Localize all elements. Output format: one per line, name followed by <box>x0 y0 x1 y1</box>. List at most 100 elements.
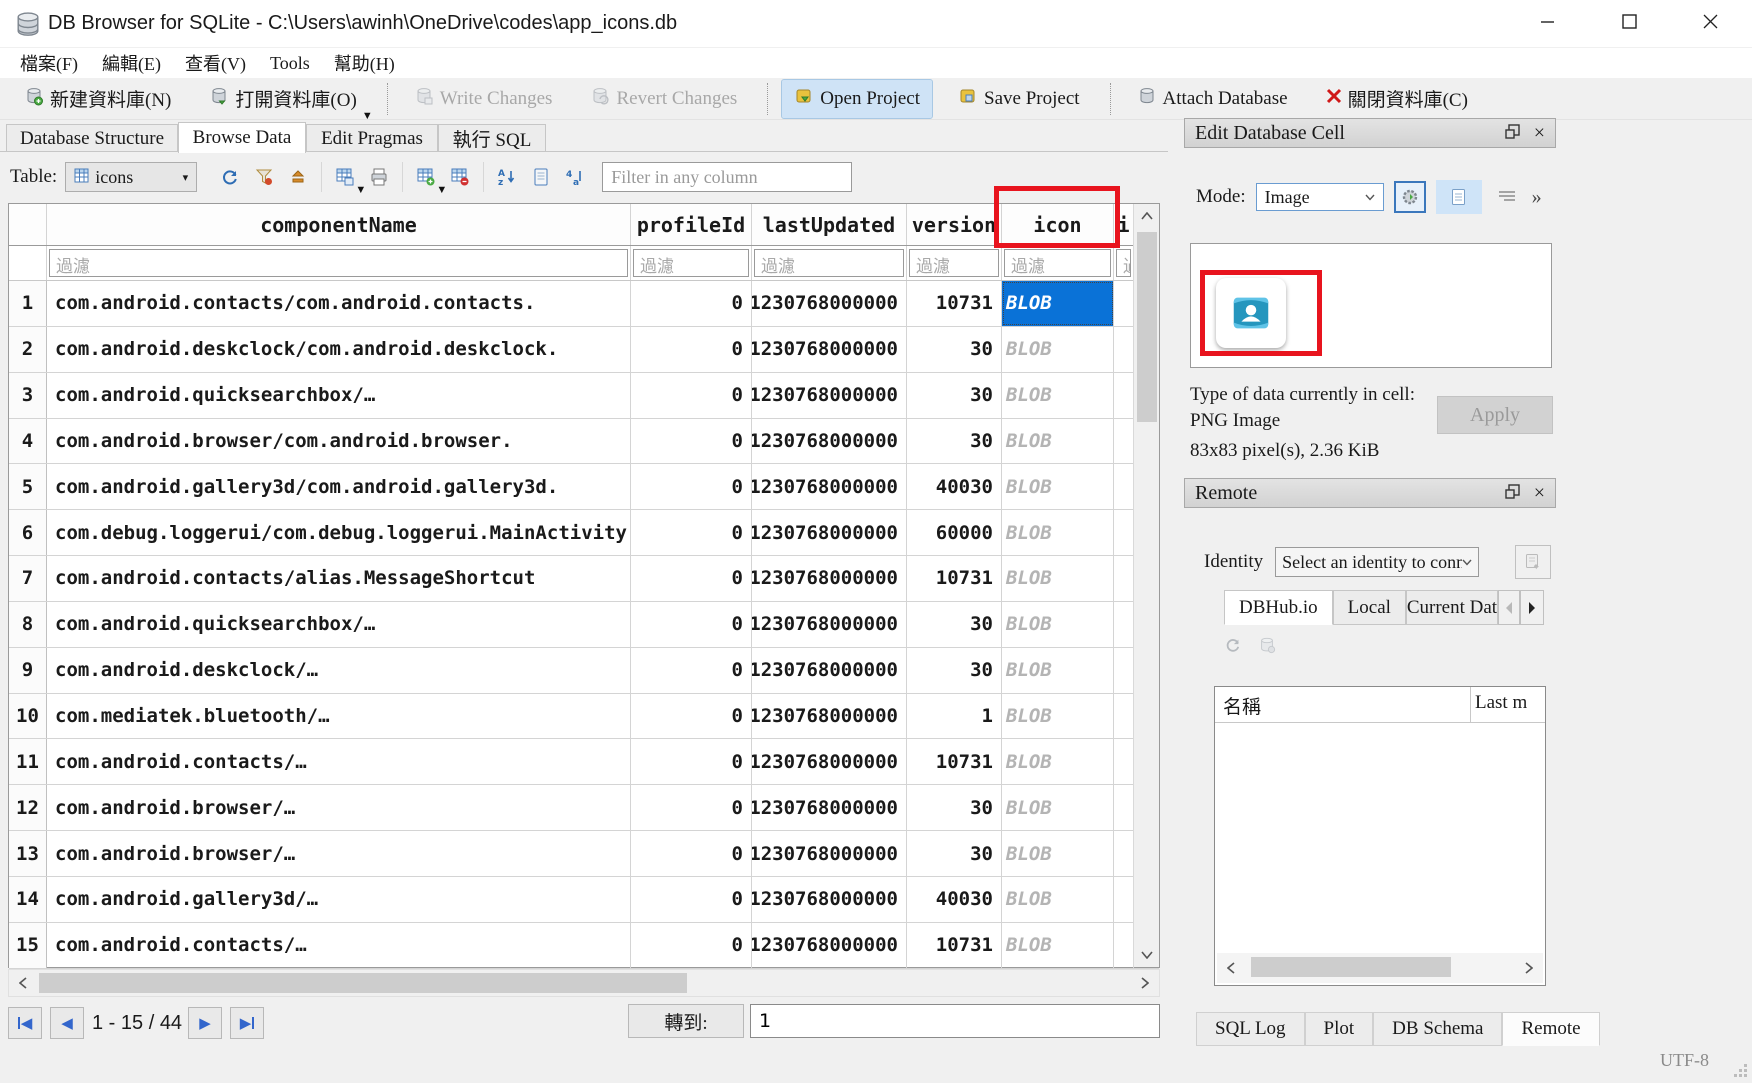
cell-version[interactable]: 1 <box>907 694 1002 739</box>
float-panel-icon[interactable] <box>1505 122 1520 145</box>
cell-componentName[interactable]: com.mediatek.bluetooth/… <box>47 694 631 739</box>
cell-partial[interactable] <box>1114 831 1134 876</box>
cell-partial[interactable] <box>1114 785 1134 830</box>
cell-lastUpdated[interactable]: 1230768000000 <box>752 327 907 372</box>
table-row[interactable]: 2com.android.deskclock/com.android.deskc… <box>9 327 1159 373</box>
cell-profileId[interactable]: 0 <box>631 510 752 555</box>
cell-partial[interactable] <box>1114 602 1134 647</box>
vertical-scroll-thumb[interactable] <box>1137 232 1157 422</box>
cell-version[interactable]: 40030 <box>907 877 1002 922</box>
cell-partial[interactable] <box>1114 373 1134 418</box>
scroll-down-icon[interactable] <box>1134 943 1160 967</box>
tab-scroll-left-button[interactable] <box>1498 590 1520 625</box>
cell-profileId[interactable]: 0 <box>631 556 752 601</box>
cell-profileId[interactable]: 0 <box>631 831 752 876</box>
cell-partial[interactable] <box>1114 648 1134 693</box>
menu-item-2[interactable]: 查看(V) <box>173 48 258 78</box>
cell-icon-blob[interactable]: BLOB <box>1002 419 1114 464</box>
remote-tab-current-dat[interactable]: Current Dat <box>1406 590 1498 625</box>
filter-input-version[interactable]: 過濾 <box>907 246 1002 280</box>
filter-input-componentName[interactable]: 過濾 <box>47 246 631 280</box>
cell-icon-blob[interactable]: BLOB <box>1002 923 1114 968</box>
cell-componentName[interactable]: com.android.deskclock/… <box>47 648 631 693</box>
table-row[interactable]: 4com.android.browser/com.android.browser… <box>9 419 1159 465</box>
table-row[interactable]: 11com.android.contacts/…0123076800000010… <box>9 739 1159 785</box>
float-panel-icon[interactable] <box>1505 482 1520 505</box>
cell-version[interactable]: 30 <box>907 419 1002 464</box>
column-header-version[interactable]: version <box>907 204 1002 245</box>
cell-lastUpdated[interactable]: 1230768000000 <box>752 694 907 739</box>
cell-icon-blob[interactable]: BLOB <box>1002 556 1114 601</box>
cell-partial[interactable] <box>1114 556 1134 601</box>
text-mode-button[interactable] <box>1436 180 1482 214</box>
cell-componentName[interactable]: com.android.quicksearchbox/… <box>47 373 631 418</box>
cell-profileId[interactable]: 0 <box>631 327 752 372</box>
attach-database-button[interactable]: Attach Database <box>1125 80 1300 118</box>
cell-lastUpdated[interactable]: 1230768000000 <box>752 648 907 693</box>
cell-profileId[interactable]: 0 <box>631 281 752 326</box>
write-changes-button[interactable]: Write Changes <box>402 80 565 118</box>
cell-profileId[interactable]: 0 <box>631 373 752 418</box>
cell-icon-blob[interactable]: BLOB <box>1002 510 1114 555</box>
tab-execute-sql[interactable]: 執行 SQL <box>438 124 546 152</box>
cell-partial[interactable] <box>1114 510 1134 555</box>
cell-lastUpdated[interactable]: 1230768000000 <box>752 831 907 876</box>
corner-header-cell[interactable] <box>9 204 47 245</box>
filter-input-lastUpdated[interactable]: 過濾 <box>752 246 907 280</box>
clear-filters-icon[interactable] <box>247 162 281 192</box>
scroll-right-icon[interactable] <box>1515 955 1543 981</box>
cell-version[interactable]: 30 <box>907 327 1002 372</box>
cell-partial[interactable] <box>1114 877 1134 922</box>
close-panel-icon[interactable]: × <box>1534 126 1545 140</box>
tab-scroll-right-button[interactable] <box>1520 590 1544 625</box>
delete-record-button[interactable] <box>443 162 477 192</box>
cell-version[interactable]: 30 <box>907 785 1002 830</box>
cell-icon-blob[interactable]: BLOB <box>1002 602 1114 647</box>
open-project-button[interactable]: Open Project <box>782 80 932 118</box>
filter-input-icon[interactable]: 過濾 <box>1002 246 1114 280</box>
cell-version[interactable]: 30 <box>907 831 1002 876</box>
sort-desc-icon[interactable]: 4a <box>558 162 592 192</box>
filter-input-partial[interactable]: 過濾 <box>1114 246 1134 280</box>
save-table-button[interactable]: ▼ <box>328 162 362 192</box>
scroll-up-icon[interactable] <box>1134 204 1160 228</box>
cell-profileId[interactable]: 0 <box>631 739 752 784</box>
table-row[interactable]: 3com.android.quicksearchbox/…01230768000… <box>9 373 1159 419</box>
global-filter-input[interactable] <box>602 162 852 192</box>
cell-icon-blob[interactable]: BLOB <box>1002 694 1114 739</box>
revert-changes-button[interactable]: Revert Changes <box>578 80 749 118</box>
goto-button[interactable]: 轉到: <box>628 1004 744 1038</box>
first-record-button[interactable]: ◀ <box>8 1007 42 1039</box>
scroll-left-icon[interactable] <box>1217 955 1245 981</box>
close-panel-icon[interactable]: × <box>1534 486 1545 500</box>
cell-componentName[interactable]: com.android.contacts/alias.MessageShortc… <box>47 556 631 601</box>
remote-tab-local[interactable]: Local <box>1333 590 1406 625</box>
cell-partial[interactable] <box>1114 281 1134 326</box>
table-row[interactable]: 7com.android.contacts/alias.MessageShort… <box>9 556 1159 602</box>
menu-item-0[interactable]: 檔案(F) <box>8 48 90 78</box>
cell-profileId[interactable]: 0 <box>631 464 752 509</box>
cell-icon-blob[interactable]: BLOB <box>1002 373 1114 418</box>
cell-icon-blob[interactable]: BLOB <box>1002 281 1114 326</box>
cell-partial[interactable] <box>1114 464 1134 509</box>
cell-lastUpdated[interactable]: 1230768000000 <box>752 739 907 784</box>
table-row[interactable]: 1com.android.contacts/com.android.contac… <box>9 281 1159 327</box>
column-header-componentName[interactable]: componentName <box>47 204 631 245</box>
cell-partial[interactable] <box>1114 739 1134 784</box>
scroll-left-icon[interactable] <box>9 970 37 996</box>
cell-componentName[interactable]: com.android.contacts/… <box>47 739 631 784</box>
table-row[interactable]: 14com.android.gallery3d/…012307680000004… <box>9 877 1159 923</box>
cell-componentName[interactable]: com.android.contacts/… <box>47 923 631 968</box>
cell-lastUpdated[interactable]: 1230768000000 <box>752 281 907 326</box>
resize-grip[interactable] <box>1734 1064 1748 1078</box>
next-record-button[interactable]: ▶ <box>188 1007 222 1039</box>
cell-profileId[interactable]: 0 <box>631 877 752 922</box>
overflow-chevrons-icon[interactable]: » <box>1532 186 1540 209</box>
scroll-right-icon[interactable] <box>1131 970 1159 996</box>
cell-version[interactable]: 30 <box>907 373 1002 418</box>
cell-profileId[interactable]: 0 <box>631 648 752 693</box>
column-header-profileId[interactable]: profileId <box>631 204 752 245</box>
cell-lastUpdated[interactable]: 1230768000000 <box>752 419 907 464</box>
cell-profileId[interactable]: 0 <box>631 602 752 647</box>
dock-tab-sql-log[interactable]: SQL Log <box>1196 1012 1305 1046</box>
